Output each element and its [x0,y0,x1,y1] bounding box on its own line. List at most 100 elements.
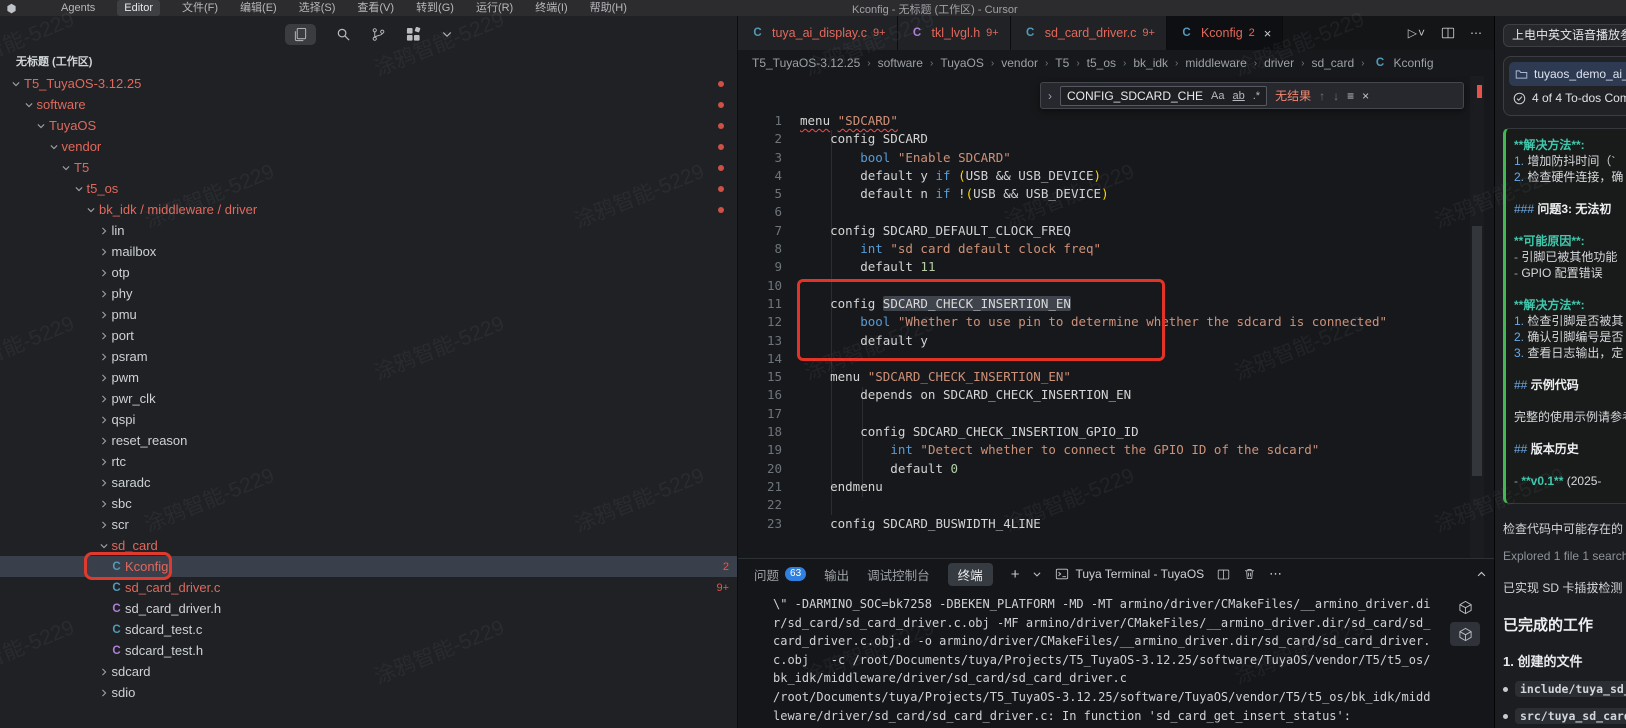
maximize-panel-icon[interactable] [1476,569,1487,580]
menu-查看(V)[interactable]: 查看(V) [357,1,394,15]
panel-tab-输出[interactable]: 输出 [824,565,849,584]
terminal-instance-icon-selected[interactable] [1450,622,1480,646]
code-line[interactable]: default n if !(USB && USB_DEVICE) [800,185,1387,203]
code-line[interactable]: int "sd card default clock freq" [800,240,1387,258]
breadcrumb-item-vendor[interactable]: vendor [1001,56,1038,70]
breadcrumb-item-T5_TuyaOS-3.12.25[interactable]: T5_TuyaOS-3.12.25 [752,56,860,70]
menu-终端(I)[interactable]: 终端(I) [535,1,567,15]
breadcrumb-item-sd_card[interactable]: sd_card [1311,56,1354,70]
menu-文件(F)[interactable]: 文件(F) [182,1,218,15]
scrollbar-thumb[interactable] [1472,226,1482,476]
tree-file-sd_card_driver.c[interactable]: Csd_card_driver.c9+ [0,577,737,598]
breadcrumb-item-TuyaOS[interactable]: TuyaOS [940,56,984,70]
menu-转到(G)[interactable]: 转到(G) [416,1,454,15]
breadcrumb-item-T5[interactable]: T5 [1055,56,1069,70]
panel-more-icon[interactable]: ⋯ [1269,566,1282,582]
search-icon[interactable] [336,27,351,42]
tree-folder-phy[interactable]: phy [0,283,737,304]
code-line[interactable]: bool "Whether to use pin to determine wh… [800,313,1387,331]
menu-帮助(H)[interactable]: 帮助(H) [590,1,627,15]
code-line[interactable]: int "Detect whether to connect the GPIO … [800,441,1387,459]
breadcrumb-item-software[interactable]: software [878,56,923,70]
project-file-chip[interactable]: tuyaos_demo_ai_to [1509,62,1626,86]
more-actions-icon[interactable]: ⋯ [1470,26,1482,40]
tree-folder-psram[interactable]: psram [0,346,737,367]
kill-terminal-icon[interactable] [1243,567,1256,581]
tree-folder-pwr_clk[interactable]: pwr_clk [0,388,737,409]
new-terminal-icon[interactable]: + [1011,566,1020,583]
files-icon[interactable] [285,24,316,45]
code-line[interactable]: menu "SDCARD" [800,112,1387,130]
split-editor-icon[interactable] [1441,26,1455,40]
terminal-dropdown-chevron-icon[interactable] [1032,569,1042,579]
tree-folder-T5_TuyaOS-3.12.25[interactable]: T5_TuyaOS-3.12.25 [0,73,737,94]
breadcrumb-item-middleware[interactable]: middleware [1185,56,1246,70]
code-line[interactable] [800,350,1387,368]
tree-folder-T5[interactable]: T5 [0,157,737,178]
terminal-output[interactable]: \" -DARMINO_SOC=bk7258 -DBEKEN_PLATFORM … [773,595,1430,728]
tree-folder-rtc[interactable]: rtc [0,451,737,472]
tree-folder-pmu[interactable]: pmu [0,304,737,325]
panel-tab-问题[interactable]: 问题63 [754,565,806,584]
breadcrumb-item-Kconfig[interactable]: CKconfig [1372,56,1434,70]
terminal-instance-label[interactable]: Tuya Terminal - TuyaOS [1055,567,1204,581]
find-expand-chevron[interactable]: › [1048,89,1052,103]
code-line[interactable]: config SDCARD_CHECK_INSERTION_EN [800,295,1387,313]
find-close-icon[interactable]: × [1362,89,1369,103]
code-line[interactable]: default 11 [800,258,1387,276]
tab-tuya_ai_display.c[interactable]: Ctuya_ai_display.c9+ [738,16,898,50]
find-next-icon[interactable]: ↓ [1333,89,1339,103]
terminal-instance-icon[interactable] [1450,595,1480,619]
code-line[interactable]: bool "Enable SDCARD" [800,149,1387,167]
menu-运行(R)[interactable]: 运行(R) [476,1,513,15]
tree-folder-TuyaOS[interactable]: TuyaOS [0,115,737,136]
todos-progress[interactable]: 4 of 4 To-dos Com [1509,86,1626,110]
find-input[interactable]: CONFIG_SDCARD_CHE Aa ab .* [1060,86,1267,106]
split-terminal-icon[interactable] [1217,568,1230,581]
find-previous-icon[interactable]: ↑ [1319,89,1325,103]
code-line[interactable]: config SDCARD [800,130,1387,148]
tree-folder-mailbox[interactable]: mailbox [0,241,737,262]
code-line[interactable]: depends on SDCARD_CHECK_INSERTION_EN [800,386,1387,404]
tree-folder-reset_reason[interactable]: reset_reason [0,430,737,451]
code-line[interactable]: endmenu [800,478,1387,496]
tree-folder-saradc[interactable]: saradc [0,472,737,493]
tab-close-icon[interactable]: × [1264,26,1272,41]
menu-Editor[interactable]: Editor [117,0,160,16]
run-file-icon[interactable]: ▷˅ [1408,26,1426,40]
tree-folder-software[interactable]: software [0,94,737,115]
tree-folder-vendor[interactable]: vendor [0,136,737,157]
tree-folder-bk_idk_middleware_driver[interactable]: bk_idk / middleware / driver [0,199,737,220]
tree-folder-sbc[interactable]: sbc [0,493,737,514]
tab-tkl_lvgl.h[interactable]: Ctkl_lvgl.h9+ [898,16,1011,50]
code-line[interactable] [800,203,1387,221]
code-editor[interactable]: 1234567891011121314151617181920212223 me… [738,76,1494,558]
tree-folder-qspi[interactable]: qspi [0,409,737,430]
tree-file-sdcard_test.h[interactable]: Csdcard_test.h [0,640,737,661]
tree-folder-otp[interactable]: otp [0,262,737,283]
workspace-section-header[interactable]: 无标题 (工作区) [0,46,737,73]
chevron-down-icon[interactable] [441,28,453,40]
editor-scrollbar[interactable] [1470,76,1484,558]
tree-file-sd_card_driver.h[interactable]: Csd_card_driver.h [0,598,737,619]
chat-title[interactable]: 上电中英文语音播放参 [1503,24,1626,47]
menu-编辑(E)[interactable]: 编辑(E) [240,1,277,15]
match-case-toggle[interactable]: Aa [1211,90,1224,102]
code-line[interactable] [800,496,1387,514]
tree-folder-sdio[interactable]: sdio [0,682,737,703]
menu-选择(S)[interactable]: 选择(S) [299,1,336,15]
code-line[interactable]: menu "SDCARD_CHECK_INSERTION_EN" [800,368,1387,386]
tree-file-Kconfig[interactable]: CKconfig2 [0,556,737,577]
extensions-icon[interactable] [406,27,421,42]
source-control-icon[interactable] [371,27,386,42]
code-content[interactable]: menu "SDCARD" config SDCARD bool "Enable… [800,112,1387,533]
menu-Agents[interactable]: Agents [61,1,95,15]
tree-folder-t5_os[interactable]: t5_os [0,178,737,199]
code-line[interactable]: default 0 [800,460,1387,478]
code-line[interactable]: config SDCARD_BUSWIDTH_4LINE [800,515,1387,533]
breadcrumb-item-t5_os[interactable]: t5_os [1087,56,1116,70]
tree-folder-lin[interactable]: lin [0,220,737,241]
code-line[interactable]: config SDCARD_CHECK_INSERTION_GPIO_ID [800,423,1387,441]
code-line[interactable]: config SDCARD_DEFAULT_CLOCK_FREQ [800,222,1387,240]
tree-folder-port[interactable]: port [0,325,737,346]
